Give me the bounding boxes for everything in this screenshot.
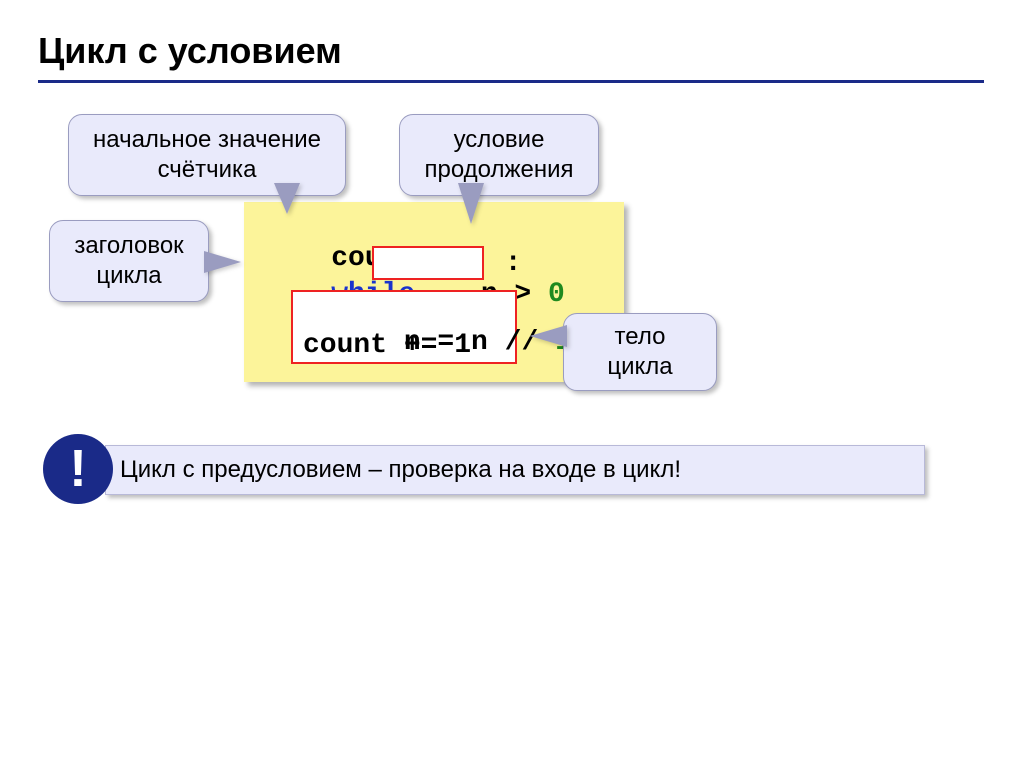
code-body-line2: count += 1 — [303, 330, 471, 361]
note-text: Цикл с предусловием – проверка на входе … — [120, 456, 681, 484]
callout-condition-tail — [459, 184, 483, 224]
callout-initial-tail — [275, 184, 299, 214]
callout-loop-body: тело цикла — [563, 313, 717, 391]
callout-initial-value: начальное значениесчётчика — [68, 114, 346, 196]
title-underline — [38, 80, 984, 83]
exclamation-icon: ! — [43, 434, 113, 504]
condition-highlight-box: n > 0 — [372, 246, 484, 280]
code-colon: : — [488, 248, 522, 279]
slide-title: Цикл с условием — [38, 30, 342, 72]
callout-body-tail — [530, 326, 566, 346]
callout-condition: условиепродолжения — [399, 114, 599, 196]
note-bar: Цикл с предусловием – проверка на входе … — [105, 445, 925, 495]
callout-header-tail — [205, 252, 241, 272]
callout-loop-header: заголовокцикла — [49, 220, 209, 302]
body-highlight-box: n = n // 10 count += 1 — [291, 290, 517, 364]
